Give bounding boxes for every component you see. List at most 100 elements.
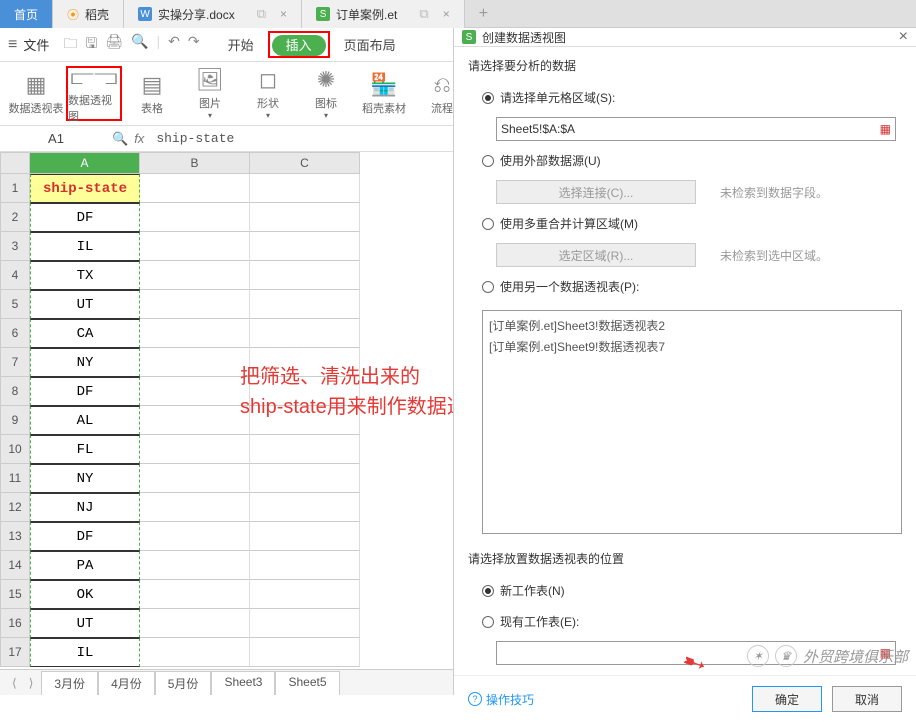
range-input[interactable]: Sheet5!$A:$A▦ — [496, 117, 896, 141]
tab-et[interactable]: 订单案例.et⧉× — [302, 0, 465, 28]
fx-icon[interactable]: fx — [134, 131, 144, 146]
cell[interactable] — [140, 522, 250, 551]
redo-icon[interactable]: ↷ — [188, 33, 200, 57]
ok-button[interactable]: 确定 — [752, 686, 822, 712]
column-header[interactable]: B — [140, 152, 250, 174]
help-link[interactable]: 操作技巧 — [468, 691, 534, 708]
cell[interactable]: NY — [30, 464, 140, 493]
cell[interactable]: IL — [30, 638, 140, 667]
cell[interactable]: NY — [30, 348, 140, 377]
cell[interactable] — [140, 580, 250, 609]
row-header[interactable]: 13 — [0, 522, 30, 551]
save-icon[interactable]: 🖫 — [85, 33, 97, 57]
cell[interactable]: PA — [30, 551, 140, 580]
close-icon[interactable]: × — [899, 28, 908, 46]
choose-connection-button[interactable]: 选择连接(C)... — [496, 180, 696, 204]
pivot-listbox[interactable]: [订单案例.et]Sheet3!数据透视表2[订单案例.et]Sheet9!数据… — [482, 310, 902, 534]
ribbon-daoke-material[interactable]: 🏪稻壳素材 — [356, 66, 412, 121]
cell[interactable]: DF — [30, 522, 140, 551]
radio-cell-range[interactable]: 请选择单元格区域(S): — [468, 86, 902, 109]
cell[interactable] — [140, 174, 250, 203]
row-header[interactable]: 14 — [0, 551, 30, 580]
sheet-tab[interactable]: 3月份 — [41, 671, 98, 695]
cell[interactable] — [250, 203, 360, 232]
cell[interactable] — [140, 290, 250, 319]
cell[interactable] — [140, 493, 250, 522]
sheet-tab[interactable]: Sheet3 — [211, 671, 275, 695]
row-header[interactable]: 10 — [0, 435, 30, 464]
cell[interactable] — [140, 348, 250, 377]
list-item[interactable]: [订单案例.et]Sheet9!数据透视表7 — [487, 336, 897, 357]
formula-input[interactable]: ship-state — [150, 131, 234, 146]
ribbon-pivot-chart[interactable]: ⫍⫎数据透视图 — [66, 66, 122, 121]
cell[interactable]: AL — [30, 406, 140, 435]
cell[interactable] — [140, 232, 250, 261]
tab-home[interactable]: 首页 — [0, 0, 53, 28]
cell[interactable] — [250, 638, 360, 667]
open-icon[interactable]: 🗀 — [63, 33, 77, 57]
tab-doc[interactable]: 实操分享.docx⧉× — [124, 0, 302, 28]
new-tab-button[interactable]: + — [465, 0, 502, 27]
cell[interactable]: FL — [30, 435, 140, 464]
row-header[interactable]: 9 — [0, 406, 30, 435]
select-range-button[interactable]: 选定区域(R)... — [496, 243, 696, 267]
row-header[interactable]: 8 — [0, 377, 30, 406]
row-header[interactable]: 3 — [0, 232, 30, 261]
cell[interactable] — [250, 609, 360, 638]
menu-start[interactable]: 开始 — [218, 31, 264, 58]
close-icon[interactable]: × — [280, 7, 287, 21]
radio-existing-sheet[interactable]: 现有工作表(E): — [468, 610, 902, 633]
ribbon-icon[interactable]: ✺图标▾ — [298, 66, 354, 121]
tab-daoke[interactable]: 稻壳 — [53, 0, 124, 28]
burger-icon[interactable]: ≡ — [8, 36, 17, 54]
row-header[interactable]: 6 — [0, 319, 30, 348]
cell-reference[interactable]: A1 — [6, 131, 106, 146]
row-header[interactable]: 11 — [0, 464, 30, 493]
cell[interactable]: DF — [30, 203, 140, 232]
ribbon-table[interactable]: ▤表格 — [124, 66, 180, 121]
cell[interactable] — [250, 319, 360, 348]
preview-icon[interactable]: 🔍 — [131, 33, 148, 57]
print-icon[interactable]: 🖨 — [105, 33, 123, 57]
goto-icon[interactable]: 🔍 — [112, 131, 128, 147]
cell[interactable] — [250, 580, 360, 609]
cell[interactable]: DF — [30, 377, 140, 406]
sheet-tab[interactable]: Sheet5 — [275, 671, 339, 695]
cell[interactable] — [250, 232, 360, 261]
cell[interactable] — [140, 435, 250, 464]
row-header[interactable]: 1 — [0, 174, 30, 203]
cell[interactable]: UT — [30, 290, 140, 319]
cell[interactable] — [140, 319, 250, 348]
column-header[interactable]: A — [30, 152, 140, 174]
cell[interactable] — [140, 261, 250, 290]
row-header[interactable]: 12 — [0, 493, 30, 522]
menu-layout[interactable]: 页面布局 — [334, 31, 406, 58]
sheet-nav-next[interactable]: ⟩ — [25, 676, 38, 690]
row-header[interactable]: 15 — [0, 580, 30, 609]
menu-insert[interactable]: 插入 — [272, 35, 326, 56]
row-header[interactable]: 16 — [0, 609, 30, 638]
cell[interactable] — [250, 493, 360, 522]
radio-new-sheet[interactable]: 新工作表(N) — [468, 579, 902, 602]
ribbon-picture[interactable]: 🖼图片▾ — [182, 66, 238, 121]
close-icon[interactable]: × — [443, 7, 450, 21]
undo-icon[interactable]: ↶ — [168, 33, 180, 57]
sheet-tab[interactable]: 4月份 — [98, 671, 155, 695]
cell[interactable] — [140, 551, 250, 580]
list-item[interactable]: [订单案例.et]Sheet3!数据透视表2 — [487, 315, 897, 336]
cell[interactable] — [140, 377, 250, 406]
cell[interactable] — [140, 638, 250, 667]
row-header[interactable]: 5 — [0, 290, 30, 319]
row-header[interactable]: 2 — [0, 203, 30, 232]
cancel-button[interactable]: 取消 — [832, 686, 902, 712]
cell[interactable] — [250, 261, 360, 290]
cell[interactable] — [250, 435, 360, 464]
column-header[interactable]: C — [250, 152, 360, 174]
cell[interactable] — [140, 464, 250, 493]
radio-external[interactable]: 使用外部数据源(U) — [468, 149, 902, 172]
sheet-nav-prev[interactable]: ⟨ — [8, 676, 21, 690]
cell[interactable]: ship-state — [30, 174, 140, 203]
ribbon-pivot-table[interactable]: ▦数据透视表 — [8, 66, 64, 121]
cell[interactable] — [250, 174, 360, 203]
cell[interactable]: NJ — [30, 493, 140, 522]
